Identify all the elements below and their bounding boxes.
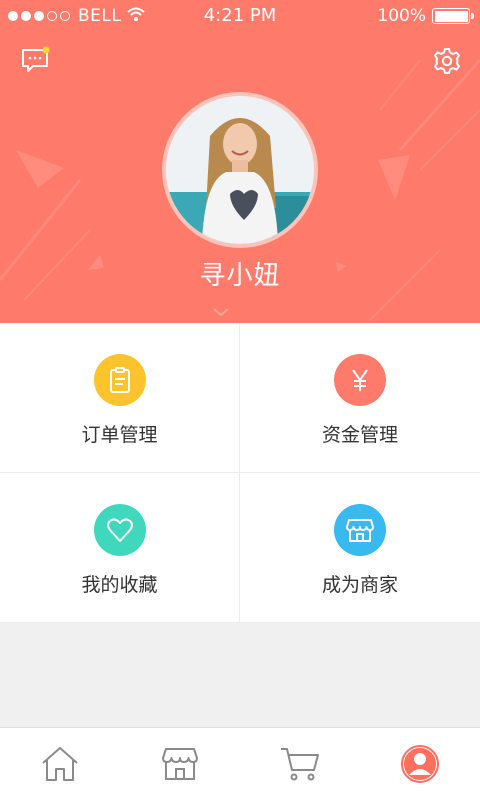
profile-icon <box>401 745 439 783</box>
tab-store[interactable] <box>120 728 240 800</box>
menu-item-label: 我的收藏 <box>81 574 158 596</box>
menu-grid: 订单管理 资金管理 我的收藏 成为商家 <box>0 323 480 623</box>
menu-item-orders[interactable]: 订单管理 <box>0 323 240 473</box>
tab-profile[interactable] <box>360 728 480 800</box>
profile-header: BELL 4:21 PM 100% 寻小妞 <box>0 0 480 323</box>
heart-icon <box>93 504 146 556</box>
avatar-photo <box>166 96 314 244</box>
message-icon <box>22 46 50 72</box>
menu-item-become-merchant[interactable]: 成为商家 <box>240 473 480 623</box>
battery-icon <box>432 8 474 24</box>
home-icon <box>42 747 78 781</box>
tab-cart[interactable] <box>240 728 360 800</box>
store-icon <box>162 748 198 780</box>
menu-item-funds[interactable]: 资金管理 <box>240 323 480 473</box>
username: 寻小妞 <box>199 261 281 291</box>
chevron-down-icon <box>213 308 229 317</box>
menu-item-favorites[interactable]: 我的收藏 <box>0 473 240 623</box>
clipboard-icon <box>93 354 146 406</box>
shop-icon <box>334 504 386 556</box>
gear-icon <box>434 48 460 74</box>
cart-icon <box>281 748 319 781</box>
tab-bar <box>0 727 480 800</box>
yen-icon <box>334 354 386 406</box>
avatar[interactable] <box>162 92 318 248</box>
menu-item-label: 成为商家 <box>321 574 398 596</box>
tab-home[interactable] <box>0 728 120 800</box>
menu-item-label: 资金管理 <box>321 424 398 446</box>
status-bar: BELL 4:21 PM 100% <box>0 0 480 32</box>
messages-button[interactable] <box>20 46 52 76</box>
settings-button[interactable] <box>432 46 462 76</box>
battery-percent: 100% <box>377 6 426 26</box>
menu-item-label: 订单管理 <box>81 424 158 446</box>
